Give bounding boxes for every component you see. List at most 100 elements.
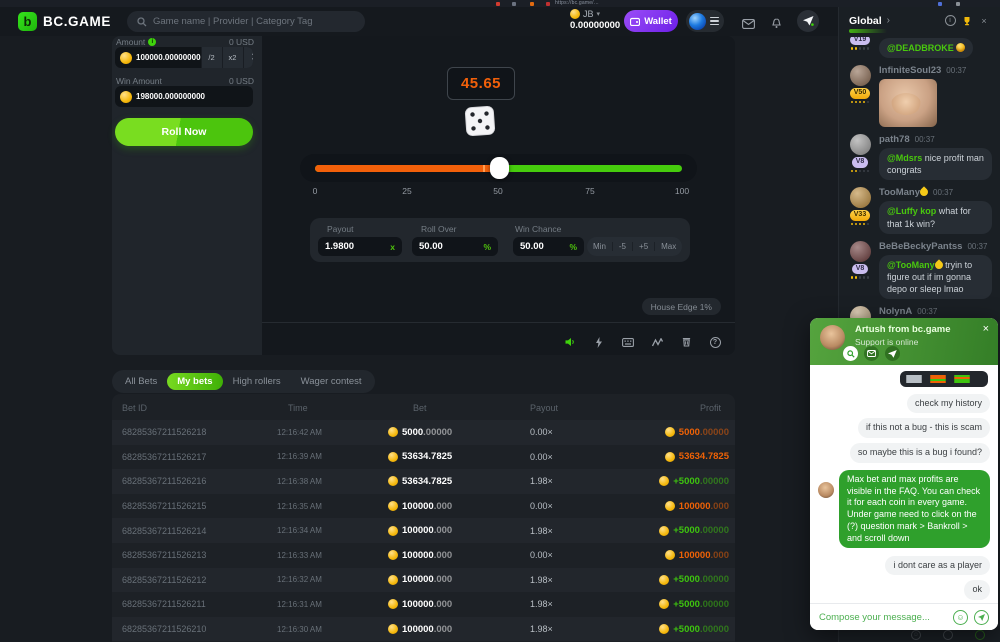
table-row[interactable]: 6828536721152621012:16:30 AM100000.0001.… xyxy=(112,617,735,642)
support-close-button[interactable]: × xyxy=(983,323,989,335)
chat-image[interactable] xyxy=(879,79,937,127)
profit-value: 5000.00000 xyxy=(679,427,729,438)
tab-high-rollers[interactable]: High rollers xyxy=(223,373,291,390)
profile-menu[interactable] xyxy=(686,10,724,32)
extension-icon[interactable] xyxy=(956,2,960,6)
support-message-input[interactable]: Compose your message... xyxy=(819,612,947,623)
table-row[interactable]: 6828536721152621212:16:32 AM100000.0001.… xyxy=(112,568,735,593)
chat-close-button[interactable]: × xyxy=(978,15,990,27)
live-stats-icon[interactable] xyxy=(651,336,663,348)
extension-icon[interactable] xyxy=(546,2,550,6)
chevron-right-icon[interactable]: › xyxy=(887,15,890,26)
tab-wager-contest[interactable]: Wager contest xyxy=(291,373,372,390)
table-row[interactable]: 6828536721152621412:16:34 AM100000.0001.… xyxy=(112,518,735,543)
mention-link[interactable]: @TooMany xyxy=(887,260,943,270)
support-emoji-button[interactable]: ☺ xyxy=(953,610,968,625)
notifications-button[interactable] xyxy=(771,16,782,34)
profit-decimals: .000 xyxy=(711,550,730,561)
coin-icon xyxy=(570,9,580,19)
minus5-button[interactable]: -5 xyxy=(612,242,632,251)
extension-icon[interactable] xyxy=(530,2,534,6)
time-cell: 12:16:42 AM xyxy=(277,420,322,445)
help-icon[interactable]: ? xyxy=(709,336,721,348)
coin-icon xyxy=(388,575,398,585)
extension-icon[interactable] xyxy=(496,2,500,6)
table-row[interactable]: 6828536721152621112:16:31 AM100000.0001.… xyxy=(112,592,735,617)
plus5-button[interactable]: +5 xyxy=(632,242,654,251)
tick-100: 100 xyxy=(675,186,689,196)
payout-input[interactable]: 1.9800 x xyxy=(318,237,402,256)
table-row[interactable]: 6828536721152621312:16:33 AM100000.0000.… xyxy=(112,543,735,568)
max-button[interactable]: Max xyxy=(654,242,682,251)
win-chance-input[interactable]: 50.00 % xyxy=(513,237,584,256)
profit-decimals: .00000 xyxy=(700,476,729,487)
mention-link[interactable]: @DEADBROKE xyxy=(887,43,954,53)
gif-icon[interactable] xyxy=(943,630,953,640)
amount-stepper[interactable]: ▲▼ xyxy=(243,47,253,68)
support-mail-button[interactable] xyxy=(864,346,879,361)
emoji-icon[interactable]: ☺ xyxy=(911,630,921,640)
tab-my-bets[interactable]: My bets xyxy=(167,373,222,390)
chat-info-button[interactable]: i xyxy=(944,15,956,27)
support-send-button[interactable] xyxy=(974,610,989,625)
mention-link[interactable]: @Mdsrs xyxy=(887,153,922,163)
bet-cell: 53634.7825 xyxy=(388,445,452,470)
paper-plane-icon xyxy=(803,16,814,26)
attached-screenshot[interactable] xyxy=(900,371,988,387)
mention-link[interactable]: @Luffy kop xyxy=(887,206,936,216)
send-icon[interactable] xyxy=(975,630,985,640)
volume-icon[interactable] xyxy=(564,336,576,348)
roll-over-input[interactable]: 50.00 % xyxy=(412,237,498,256)
avatar[interactable] xyxy=(850,187,871,208)
support-telegram-button[interactable] xyxy=(885,346,900,361)
username[interactable]: path78 xyxy=(879,134,910,145)
username[interactable]: BeBeBeckyPantss xyxy=(879,241,962,252)
avatar[interactable] xyxy=(850,134,871,155)
payout-label: Payout xyxy=(327,224,353,234)
amount-input[interactable]: 100000.00000000 /2 x2 ▲▼ xyxy=(115,47,253,68)
avatar[interactable] xyxy=(850,241,871,262)
tab-all-bets[interactable]: All Bets xyxy=(115,373,167,390)
coin-icon xyxy=(388,624,398,634)
username[interactable]: TooMany xyxy=(879,187,928,198)
extension-icon[interactable] xyxy=(938,2,942,6)
half-bet-button[interactable]: /2 xyxy=(201,47,222,68)
wallet-button[interactable]: Wallet xyxy=(624,10,678,32)
table-row[interactable]: 6828536721152621612:16:38 AM53634.78251.… xyxy=(112,469,735,494)
support-search-button[interactable] xyxy=(843,346,858,361)
extension-icon[interactable] xyxy=(512,2,516,6)
time-cell: 12:16:31 AM xyxy=(277,592,322,617)
messages-button[interactable] xyxy=(742,16,755,34)
table-row[interactable]: 6828536721152621712:16:39 AM53634.78250.… xyxy=(112,445,735,470)
seeds-icon[interactable] xyxy=(680,336,692,348)
balance-display[interactable]: JB ▾ 0.00000000 xyxy=(570,9,620,31)
min-button[interactable]: Min xyxy=(587,242,612,251)
table-row[interactable]: 6828536721152621812:16:42 AM5000.000000.… xyxy=(112,420,735,445)
profit-decimals: .00000 xyxy=(700,427,729,438)
bet-value: 100000.000 xyxy=(402,550,452,561)
username[interactable]: InfiniteSoul23 xyxy=(879,65,941,76)
brand-name: BC.GAME xyxy=(43,14,111,29)
trophy-button[interactable] xyxy=(961,15,973,27)
payout-cell: 1.98× xyxy=(530,617,553,642)
user-message-bubble: ok xyxy=(964,580,990,600)
payout-cell: 1.98× xyxy=(530,518,553,543)
slider-handle[interactable] xyxy=(490,157,509,179)
turbo-bolt-icon[interactable] xyxy=(593,336,605,348)
roll-slider[interactable] xyxy=(300,154,697,182)
double-bet-button[interactable]: x2 xyxy=(222,47,243,68)
info-icon[interactable]: i xyxy=(148,38,156,46)
roll-now-button[interactable]: Roll Now xyxy=(115,118,253,146)
search-input[interactable]: Game name | Provider | Category Tag xyxy=(127,11,365,32)
brand-logo[interactable]: b BC.GAME xyxy=(18,12,111,31)
chat-room-name[interactable]: Global xyxy=(849,15,882,27)
amount-usd-value: 0 USD xyxy=(229,37,254,47)
hotkeys-keyboard-icon[interactable] xyxy=(622,336,634,348)
chat-input-row[interactable]: ☺ xyxy=(839,630,1000,640)
avatar[interactable] xyxy=(850,65,871,86)
win-amount-input[interactable]: 198000.000000000 xyxy=(115,86,253,107)
payout-cell: 0.00× xyxy=(530,420,553,445)
bonus-button[interactable] xyxy=(797,10,819,32)
table-row[interactable]: 6828536721152621512:16:35 AM100000.0000.… xyxy=(112,494,735,519)
username[interactable]: NolynA xyxy=(879,306,912,317)
